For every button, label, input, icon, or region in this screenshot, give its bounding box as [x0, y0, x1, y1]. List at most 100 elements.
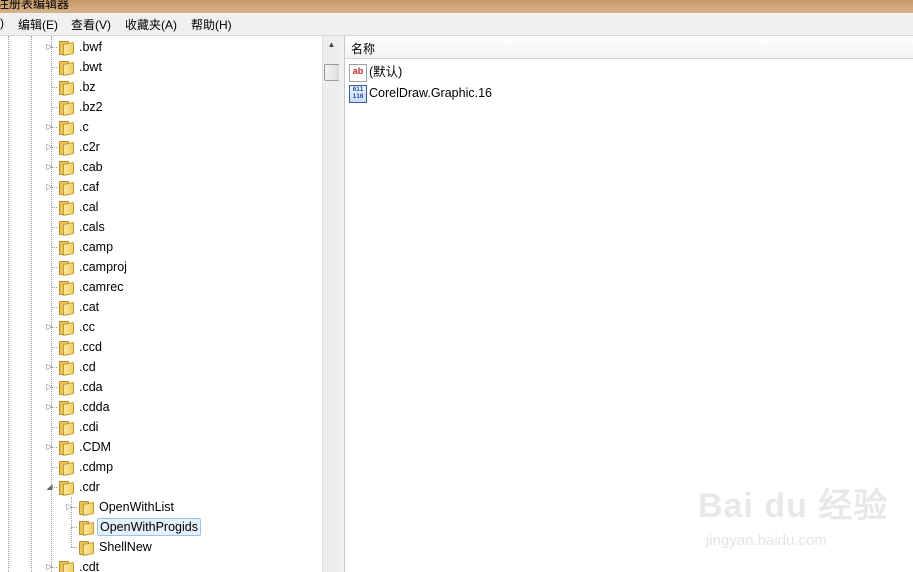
menu-view[interactable]: 查看(V): [71, 16, 111, 33]
tree-item[interactable]: ▷ .c: [0, 117, 322, 137]
column-name-header[interactable]: 名称: [351, 40, 375, 57]
tree-item[interactable]: ▷ .caf: [0, 177, 322, 197]
string-value-icon: ab: [349, 64, 367, 82]
tree-connector-line: [51, 227, 57, 228]
tree-child-item[interactable]: OpenWithProgids: [0, 517, 322, 537]
list-item-progid[interactable]: 011 110 CorelDraw.Graphic.16: [349, 83, 549, 103]
tree-item-label: .cdt: [79, 560, 100, 572]
watermark: Bai du 经验 jingyan.baidu.com: [698, 478, 898, 568]
folder-icon: [58, 260, 74, 276]
folder-icon: [58, 120, 74, 136]
tree-item-label: .cd: [79, 360, 96, 374]
tree-item[interactable]: .bz: [0, 77, 322, 97]
expand-arrow-icon[interactable]: ▷: [45, 357, 54, 377]
menu-truncated-item[interactable]: ): [0, 16, 4, 30]
scrollbar-thumb[interactable]: [324, 64, 340, 81]
binary-value-icon: 011 110: [349, 85, 367, 103]
tree-item[interactable]: ▷ .CDM: [0, 437, 322, 457]
folder-icon: [58, 220, 74, 236]
tree-item-label: .cab: [79, 160, 103, 174]
tree-item[interactable]: ▷ .cab: [0, 157, 322, 177]
folder-icon: [58, 300, 74, 316]
folder-icon: [58, 420, 74, 436]
tree-connector-line: [51, 67, 57, 68]
folder-icon: [58, 160, 74, 176]
tree-connector-line: [51, 107, 57, 108]
folder-icon: [58, 480, 74, 496]
folder-icon: [58, 140, 74, 156]
tree-connector-line: [51, 87, 57, 88]
menu-edit[interactable]: 编辑(E): [18, 16, 58, 33]
tree-child-item[interactable]: ▷ OpenWithList: [0, 497, 322, 517]
tree-item[interactable]: ▷ .c2r: [0, 137, 322, 157]
tree-item[interactable]: ▷ .cda: [0, 377, 322, 397]
folder-icon: [58, 560, 74, 572]
menu-favorites[interactable]: 收藏夹(A): [125, 16, 177, 33]
tree-item[interactable]: .cals: [0, 217, 322, 237]
tree-scrollbar[interactable]: ▲: [322, 36, 340, 572]
tree-item[interactable]: .cdmp: [0, 457, 322, 477]
list-item-default[interactable]: ab (默认): [349, 62, 549, 82]
folder-icon: [58, 440, 74, 456]
tree-item-label: .bz2: [79, 100, 103, 114]
tree-connector-line: [51, 307, 57, 308]
value-name: CorelDraw.Graphic.16: [369, 86, 492, 100]
tree-item-label: .camrec: [79, 280, 124, 294]
tree-connector-line: [51, 207, 57, 208]
expand-arrow-icon[interactable]: ▷: [45, 437, 54, 457]
tree-item[interactable]: .bz2: [0, 97, 322, 117]
tree-item-label: .ccd: [79, 340, 102, 354]
scroll-up-arrow-icon[interactable]: ▲: [323, 36, 340, 53]
expand-arrow-icon[interactable]: ▷: [45, 317, 54, 337]
folder-icon: [58, 100, 74, 116]
tree-item[interactable]: ◢ .cdr: [0, 477, 322, 497]
tree-item-label: OpenWithList: [99, 500, 175, 514]
tree-item-label: OpenWithProgids: [97, 518, 201, 536]
tree-item[interactable]: .bwt: [0, 57, 322, 77]
list-header: 名称: [345, 36, 913, 59]
folder-icon: [58, 60, 74, 76]
expand-arrow-icon[interactable]: ▷: [45, 157, 54, 177]
folder-icon: [58, 200, 74, 216]
watermark-logo: Bai du 经验: [698, 487, 889, 525]
expand-arrow-icon[interactable]: ▷: [45, 137, 54, 157]
watermark-url: jingyan.baidu.com: [706, 532, 827, 549]
tree-item[interactable]: .cat: [0, 297, 322, 317]
tree-item[interactable]: ▷ .cc: [0, 317, 322, 337]
tree-child-item[interactable]: ShellNew: [0, 537, 322, 557]
expand-arrow-icon[interactable]: ▷: [45, 37, 54, 57]
expand-arrow-icon[interactable]: ▷: [45, 117, 54, 137]
tree-item-label: ShellNew: [99, 540, 152, 554]
tree-item-label: .cc: [79, 320, 95, 334]
expand-arrow-icon[interactable]: ▷: [45, 557, 54, 572]
tree-item[interactable]: .camproj: [0, 257, 322, 277]
tree-item-label: .cat: [79, 300, 100, 314]
folder-icon: [58, 400, 74, 416]
tree-item[interactable]: .camrec: [0, 277, 322, 297]
window-title: 注册表编辑器: [0, 0, 70, 11]
registry-tree[interactable]: ▷ .bwf .bwt .bz .bz2 ▷ .c ▷ .c2r ▷ .cab ▷ .caf .cal .c…: [0, 36, 322, 572]
tree-item-label: .cdi: [79, 420, 99, 434]
expand-arrow-icon[interactable]: ▷: [45, 377, 54, 397]
collapse-arrow-icon[interactable]: ◢: [45, 477, 54, 497]
menu-help[interactable]: 帮助(H): [191, 16, 232, 33]
expand-arrow-icon[interactable]: ▷: [45, 177, 54, 197]
tree-item-label: .c: [79, 120, 89, 134]
tree-item-label: .cda: [79, 380, 103, 394]
expand-arrow-icon[interactable]: ▷: [65, 497, 74, 517]
folder-icon: [58, 460, 74, 476]
tree-item[interactable]: ▷ .cdt: [0, 557, 322, 572]
folder-icon: [58, 40, 74, 56]
tree-item[interactable]: .camp: [0, 237, 322, 257]
tree-item-label: .cdmp: [79, 460, 114, 474]
tree-item[interactable]: .ccd: [0, 337, 322, 357]
folder-icon: [58, 340, 74, 356]
tree-item[interactable]: .cdi: [0, 417, 322, 437]
tree-item[interactable]: .cal: [0, 197, 322, 217]
tree-item[interactable]: ▷ .cdda: [0, 397, 322, 417]
expand-arrow-icon[interactable]: ▷: [45, 397, 54, 417]
tree-item[interactable]: ▷ .bwf: [0, 37, 322, 57]
tree-connector-line: [51, 347, 57, 348]
tree-item[interactable]: ▷ .cd: [0, 357, 322, 377]
tree-connector-line: [51, 287, 57, 288]
